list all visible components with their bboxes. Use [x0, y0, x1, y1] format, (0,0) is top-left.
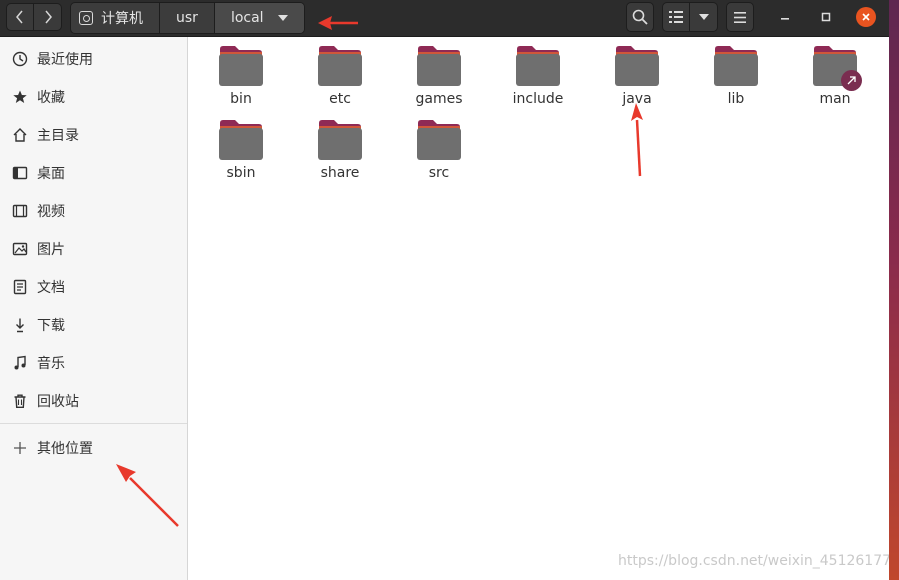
sidebar-item-label: 回收站 [37, 394, 79, 410]
sidebar-item-videos[interactable]: 视频 [0, 194, 187, 228]
sidebar-item-label: 桌面 [37, 166, 65, 182]
folder-item[interactable]: include [493, 45, 583, 107]
folder-icon [416, 119, 462, 161]
folder-icon [317, 119, 363, 161]
music-icon [12, 355, 28, 371]
folder-icon [515, 45, 561, 87]
sidebar-item-starred[interactable]: 收藏 [0, 80, 187, 114]
crumb-local[interactable]: local [214, 3, 304, 33]
plus-icon [12, 440, 28, 456]
sidebar-item-desktop[interactable]: 桌面 [0, 156, 187, 190]
folder-name: etc [329, 91, 351, 107]
video-icon [12, 203, 28, 219]
search-button[interactable] [626, 2, 654, 32]
desktop-icon [12, 165, 28, 181]
folder-item[interactable]: bin [196, 45, 286, 107]
sidebar-item-trash[interactable]: 回收站 [0, 384, 187, 418]
list-view-button[interactable] [662, 2, 690, 32]
folder-name: man [819, 91, 851, 107]
trash-icon [12, 393, 28, 409]
minimize-button[interactable] [775, 7, 795, 27]
folder-icon [218, 119, 264, 161]
sidebar-item-label: 收藏 [37, 90, 65, 106]
home-icon [12, 127, 28, 143]
desktop-background [889, 0, 899, 580]
folder-icon [812, 45, 862, 91]
picture-icon [12, 241, 28, 257]
sidebar-item-documents[interactable]: 文档 [0, 270, 187, 304]
crumb-label: 计算机 [101, 11, 143, 27]
folder-name: src [428, 165, 450, 181]
header-bar: 计算机 usr local [0, 0, 889, 37]
folder-name: java [622, 91, 652, 107]
folder-item[interactable]: share [295, 119, 385, 181]
crumb-label: local [230, 10, 264, 26]
folder-name: share [320, 165, 360, 181]
sidebar-item-downloads[interactable]: 下载 [0, 308, 187, 342]
folder-icon [614, 45, 660, 87]
sidebar-item-label: 音乐 [37, 356, 65, 372]
star-icon [12, 89, 28, 105]
chevron-down-icon[interactable] [277, 15, 288, 21]
disk-icon [79, 11, 93, 25]
folder-item[interactable]: lib [691, 45, 781, 107]
sidebar-item-label: 最近使用 [37, 52, 93, 68]
sidebar-item-label: 视频 [37, 204, 65, 220]
folder-icon [713, 45, 759, 87]
sidebar-item-label: 文档 [37, 280, 65, 296]
sidebar-item-label: 其他位置 [37, 441, 93, 457]
crumb-usr[interactable]: usr [160, 3, 215, 33]
folder-item[interactable]: games [394, 45, 484, 107]
folder-item[interactable]: sbin [196, 119, 286, 181]
folder-item[interactable]: java [592, 45, 682, 107]
minimize-icon [781, 18, 789, 20]
close-icon [862, 13, 870, 21]
folder-icon [317, 45, 363, 87]
maximize-button[interactable] [816, 7, 836, 27]
sidebar: 最近使用 收藏 主目录 桌面 视频 图片 文档 下载 音乐 回收站 其他位置 [0, 37, 188, 580]
forward-button[interactable] [34, 3, 62, 31]
crumb-label: usr [176, 10, 198, 26]
sidebar-item-label: 下载 [37, 318, 65, 334]
folder-name: games [415, 91, 463, 107]
file-view: bin etc games include java lib man sbin share src… [188, 37, 892, 580]
download-icon [12, 317, 28, 333]
sidebar-item-label: 主目录 [37, 128, 79, 144]
list-view-icon [669, 11, 683, 23]
clock-icon [12, 51, 28, 67]
watermark: https://blog.csdn.net/weixin_45126177 [618, 553, 892, 569]
folder-icon [218, 45, 264, 87]
folder-name: lib [727, 91, 745, 107]
folder-item[interactable]: etc [295, 45, 385, 107]
search-icon [632, 9, 648, 25]
sidebar-item-pictures[interactable]: 图片 [0, 232, 187, 266]
folder-name: sbin [226, 165, 256, 181]
sidebar-item-recent[interactable]: 最近使用 [0, 42, 187, 76]
crumb-computer[interactable]: 计算机 [71, 3, 160, 33]
maximize-icon [821, 12, 831, 22]
close-button[interactable] [856, 7, 876, 27]
folder-name: include [512, 91, 564, 107]
folder-item[interactable]: src [394, 119, 484, 181]
hamburger-icon [734, 11, 746, 23]
sidebar-item-music[interactable]: 音乐 [0, 346, 187, 380]
view-options-button[interactable] [690, 2, 718, 32]
path-bar: 计算机 usr local [70, 2, 305, 34]
hamburger-menu-button[interactable] [726, 2, 754, 32]
sidebar-item-home[interactable]: 主目录 [0, 118, 187, 152]
chevron-down-icon [698, 14, 709, 20]
document-icon [12, 279, 28, 295]
sidebar-separator [0, 423, 187, 424]
chevron-left-icon [16, 10, 23, 24]
sidebar-item-other-locations[interactable]: 其他位置 [0, 431, 187, 465]
back-button[interactable] [6, 3, 34, 31]
symlink-icon [841, 70, 862, 91]
folder-icon [416, 45, 462, 87]
folder-item[interactable]: man [790, 45, 880, 107]
sidebar-item-label: 图片 [37, 242, 65, 258]
chevron-right-icon [44, 10, 52, 24]
folder-name: bin [230, 91, 252, 107]
